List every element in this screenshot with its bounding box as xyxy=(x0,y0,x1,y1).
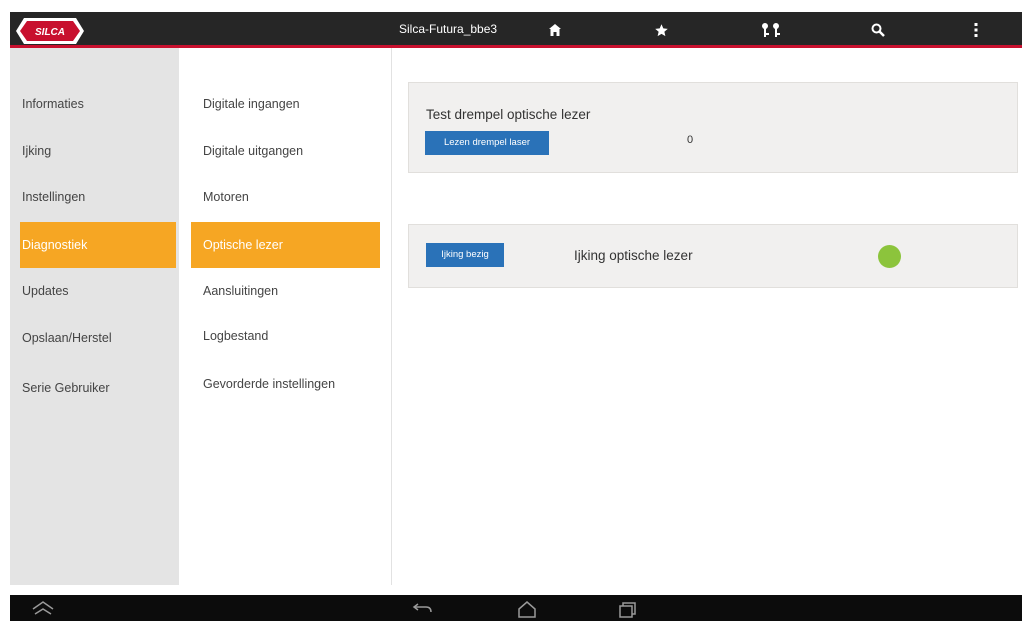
keys-icon[interactable] xyxy=(758,20,784,40)
home-outline-icon[interactable] xyxy=(514,598,540,618)
svg-text:SILCA: SILCA xyxy=(35,27,65,38)
threshold-test-panel: Test drempel optische lezer Lezen drempe… xyxy=(408,82,1018,173)
home-icon[interactable] xyxy=(545,20,565,40)
sidebar-item-ijking[interactable]: Ijking xyxy=(10,131,179,171)
recent-apps-icon[interactable] xyxy=(614,598,640,618)
calibration-label: Ijking optische lezer xyxy=(574,248,693,263)
sidebar-item-diagnostiek[interactable]: Diagnostiek xyxy=(20,222,176,268)
threshold-value: 0 xyxy=(687,134,694,146)
top-app-bar: SILCA Silca-Futura_bbe3 xyxy=(10,12,1022,48)
submenu-item-motoren[interactable]: Motoren xyxy=(191,177,380,217)
device-name: Silca-Futura_bbe3 xyxy=(399,22,498,36)
sidebar-item-opslaan-herstel[interactable]: Opslaan/Herstel xyxy=(10,318,179,358)
submenu-item-gevorderde-instellingen[interactable]: Gevorderde instellingen xyxy=(191,364,380,404)
submenu-item-logbestand[interactable]: Logbestand xyxy=(191,316,380,356)
more-vert-icon[interactable] xyxy=(970,20,982,40)
submenu-item-digitale-ingangen[interactable]: Digitale ingangen xyxy=(191,84,380,124)
sidebar-item-updates[interactable]: Updates xyxy=(10,271,179,311)
calibration-panel: Ijking bezig Ijking optische lezer xyxy=(408,224,1018,288)
back-icon[interactable] xyxy=(410,598,436,618)
read-laser-threshold-button[interactable]: Lezen drempel laser xyxy=(425,131,549,155)
sidebar-item-serie-gebruiker[interactable]: Serie Gebruiker xyxy=(10,368,179,408)
sidebar: Informaties Ijking Instellingen Diagnost… xyxy=(10,48,179,585)
submenu-item-aansluitingen[interactable]: Aansluitingen xyxy=(191,271,380,311)
expand-icon[interactable] xyxy=(30,598,56,618)
status-indicator xyxy=(878,245,901,268)
system-navigation-bar xyxy=(10,595,1022,621)
star-icon[interactable] xyxy=(651,20,671,40)
silca-logo: SILCA xyxy=(16,18,84,44)
calibration-running-button[interactable]: Ijking bezig xyxy=(426,243,504,267)
submenu-item-optische-lezer[interactable]: Optische lezer xyxy=(191,222,380,268)
search-icon[interactable] xyxy=(868,20,888,40)
sidebar-item-informaties[interactable]: Informaties xyxy=(10,84,179,124)
submenu-item-digitale-uitgangen[interactable]: Digitale uitgangen xyxy=(191,131,380,171)
sidebar-item-instellingen[interactable]: Instellingen xyxy=(10,177,179,217)
submenu: Digitale ingangen Digitale uitgangen Mot… xyxy=(179,48,392,585)
threshold-panel-title: Test drempel optische lezer xyxy=(426,107,591,122)
